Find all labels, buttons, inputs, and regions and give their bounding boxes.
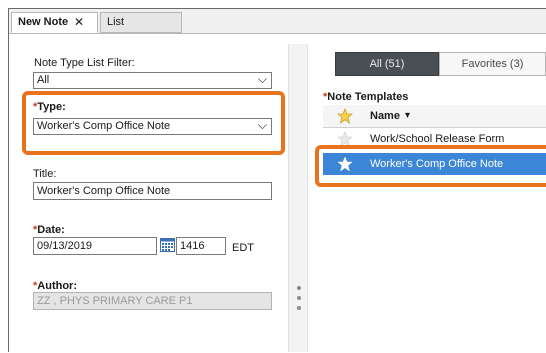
highlight-selected-template bbox=[315, 145, 546, 187]
close-icon[interactable]: ✕ bbox=[74, 13, 84, 32]
timezone-label: EDT bbox=[232, 242, 254, 254]
frame-left-border bbox=[8, 8, 9, 352]
tab-new-note[interactable]: New Note ✕ bbox=[11, 12, 98, 33]
calendar-icon[interactable] bbox=[160, 238, 175, 252]
author-label: *Author: bbox=[33, 280, 77, 292]
pane-splitter[interactable] bbox=[288, 44, 308, 352]
segment-favorites[interactable]: Favorites (3) bbox=[439, 52, 546, 76]
segment-all[interactable]: All (51) bbox=[335, 52, 439, 76]
tab-new-note-label: New Note bbox=[18, 16, 69, 28]
column-header-name[interactable]: Name bbox=[370, 110, 400, 122]
template-name: Work/School Release Form bbox=[370, 133, 505, 145]
note-type-filter-select[interactable]: All ⌵ bbox=[33, 72, 272, 89]
time-input[interactable]: 1416 bbox=[176, 237, 226, 255]
drag-handle-icon bbox=[297, 306, 301, 310]
note-type-filter-value: All bbox=[37, 74, 50, 86]
title-label: Title: bbox=[33, 168, 57, 180]
note-templates-label: *Note Templates bbox=[323, 91, 408, 103]
chevron-down-icon: ⌵ bbox=[257, 72, 267, 86]
title-input[interactable]: Worker's Comp Office Note bbox=[33, 182, 272, 200]
drag-handle-icon bbox=[297, 296, 301, 300]
tab-list[interactable]: List bbox=[100, 12, 182, 33]
date-label: *Date: bbox=[33, 224, 65, 236]
drag-handle-icon bbox=[297, 286, 301, 290]
tab-list-label: List bbox=[107, 16, 125, 28]
templates-grid-header: Name ▾ bbox=[323, 105, 546, 128]
star-icon bbox=[337, 108, 353, 124]
author-label-text: Author: bbox=[37, 280, 77, 292]
note-type-filter-label: Note Type List Filter: bbox=[34, 57, 135, 69]
author-input: ZZ , PHYS PRIMARY CARE P1 bbox=[33, 292, 272, 310]
tab-strip: New Note ✕ List bbox=[9, 9, 546, 34]
sort-desc-icon[interactable]: ▾ bbox=[405, 110, 410, 121]
date-label-text: Date: bbox=[37, 224, 65, 236]
date-input[interactable]: 09/13/2019 bbox=[33, 237, 157, 255]
note-templates-label-text: Note Templates bbox=[327, 91, 409, 103]
highlight-type-field bbox=[22, 91, 285, 155]
